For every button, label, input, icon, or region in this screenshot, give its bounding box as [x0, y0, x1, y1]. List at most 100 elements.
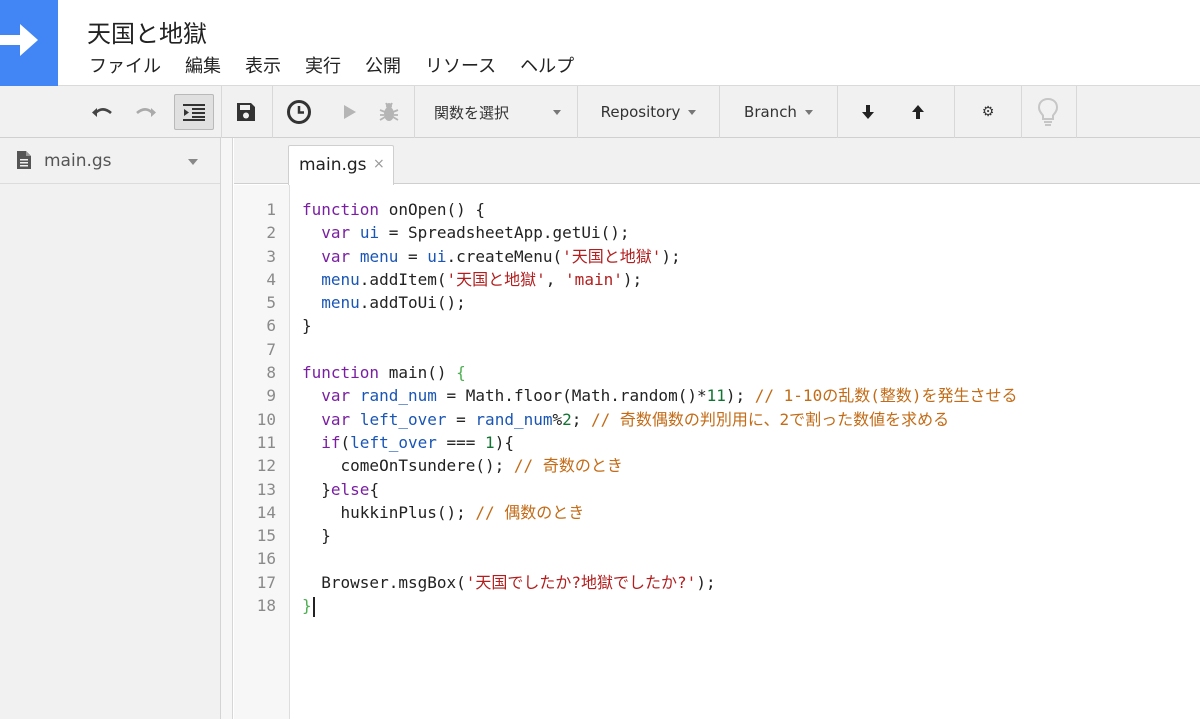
code-line[interactable]: 4 menu.addItem('天国と地獄', 'main');	[234, 268, 1200, 291]
code-token: Browser.msgBox(	[302, 572, 466, 592]
run-button[interactable]	[338, 86, 362, 138]
line-number: 16	[256, 549, 276, 569]
apps-script-logo[interactable]	[0, 0, 58, 86]
toolbar: 関数を選択 Repository Branch ⚙	[0, 86, 1200, 138]
chevron-down-icon[interactable]	[188, 159, 198, 165]
code-token: = Math.floor(Math.random()*	[436, 386, 707, 406]
code-line[interactable]: 6}	[234, 314, 1200, 337]
file-tab-strip: main.gs ×	[234, 138, 1200, 185]
line-number: 10	[256, 409, 276, 429]
menu-help[interactable]: ヘルプ	[520, 52, 574, 78]
menu-run[interactable]: 実行	[305, 52, 341, 78]
code-token: // 1-10の乱数(整数)を発生させる	[754, 386, 1018, 406]
lightbulb-icon	[1037, 97, 1059, 126]
menu-view[interactable]: 表示	[245, 52, 281, 78]
code-text: menu.addItem('天国と地獄', 'main');	[302, 268, 642, 291]
indent-toggle-button[interactable]	[174, 94, 214, 130]
code-line[interactable]: 12 comeOnTsundere(); // 奇数のとき	[234, 454, 1200, 477]
project-title[interactable]: 天国と地獄	[87, 14, 207, 49]
line-number: 17	[256, 572, 276, 592]
tab-main-gs[interactable]: main.gs ×	[288, 145, 394, 185]
code-line[interactable]: 5 menu.addToUi();	[234, 291, 1200, 314]
toolbar-separator	[221, 86, 222, 138]
menu-resources[interactable]: リソース	[425, 52, 496, 78]
code-line[interactable]: 3 var menu = ui.createMenu('天国と地獄');	[234, 245, 1200, 268]
undo-icon	[92, 108, 112, 117]
code-line[interactable]: 9 var rand_num = Math.floor(Math.random(…	[234, 384, 1200, 407]
code-line[interactable]: 10 var left_over = rand_num%2; // 奇数偶数の判…	[234, 408, 1200, 431]
code-token: var	[321, 223, 351, 243]
menu-file[interactable]: ファイル	[89, 52, 161, 78]
code-token: '天国でしたか?地獄でしたか?'	[465, 572, 697, 592]
code-token: menu	[321, 293, 360, 313]
code-line[interactable]: 1 function onOpen() {	[234, 198, 1200, 221]
code-text: var left_over = rand_num%2; // 奇数偶数の判別用に…	[302, 408, 949, 431]
code-token: // 奇数偶数の判別用に、2で割った数値を求める	[591, 409, 950, 429]
code-line[interactable]: 18}	[234, 594, 1200, 617]
code-token: ){	[494, 432, 514, 452]
code-token: ===	[436, 432, 486, 452]
code-text: }	[302, 594, 315, 617]
code-line[interactable]: 2 var ui = SpreadsheetApp.getUi();	[234, 221, 1200, 244]
code-token: var	[321, 386, 351, 406]
code-line[interactable]: 15 }	[234, 524, 1200, 547]
code-line[interactable]: 13 }else{	[234, 478, 1200, 501]
code-token: 'main'	[565, 269, 623, 289]
menu-bar: ファイル 編集 表示 実行 公開 リソース ヘルプ	[89, 52, 598, 78]
code-text: }else{	[302, 478, 379, 501]
line-number: 9	[266, 386, 276, 406]
triggers-button[interactable]	[282, 86, 316, 138]
branch-dropdown[interactable]: Branch	[720, 86, 837, 138]
sidebar-file-main[interactable]: main.gs	[0, 138, 220, 184]
code-line[interactable]: 11 if(left_over === 1){	[234, 431, 1200, 454]
settings-button[interactable]: ⚙	[955, 86, 1021, 138]
code-token: ,	[545, 269, 566, 289]
save-button[interactable]	[230, 86, 262, 138]
code-line[interactable]: 14 hukkinPlus(); // 偶数のとき	[234, 501, 1200, 524]
menu-edit[interactable]: 編集	[185, 52, 221, 78]
line-number: 4	[266, 269, 276, 289]
chevron-down-icon	[804, 109, 813, 115]
close-icon[interactable]: ×	[373, 156, 385, 172]
repository-dropdown[interactable]: Repository	[578, 86, 719, 138]
code-line[interactable]: 17 Browser.msgBox('天国でしたか?地獄でしたか?');	[234, 571, 1200, 594]
toolbar-separator	[1076, 86, 1077, 138]
code-token: }	[302, 596, 312, 616]
code-line[interactable]: 8 function main() {	[234, 361, 1200, 384]
code-text: hukkinPlus(); // 偶数のとき	[302, 501, 585, 524]
code-line[interactable]: 7	[234, 338, 1200, 361]
sidebar-divider[interactable]	[221, 138, 233, 719]
undo-button[interactable]	[86, 86, 120, 138]
play-icon	[344, 105, 356, 119]
redo-button[interactable]	[128, 86, 162, 138]
pull-button[interactable]	[852, 86, 884, 138]
code-token: function	[302, 363, 380, 383]
debug-button[interactable]	[374, 86, 404, 138]
code-token: }	[302, 479, 331, 499]
code-token: menu	[321, 269, 360, 289]
function-select[interactable]: 関数を選択	[415, 86, 577, 138]
indent-icon	[183, 104, 205, 121]
code-token: left_over	[359, 409, 447, 429]
code-area[interactable]: 1 function onOpen() {2 var ui = Spreadshe…	[234, 198, 1200, 617]
tab-label: main.gs	[299, 155, 367, 175]
menu-publish[interactable]: 公開	[365, 52, 401, 78]
line-number: 2	[266, 223, 276, 243]
code-token: rand_num	[359, 386, 437, 406]
code-token: ;	[571, 409, 592, 429]
lightbulb-button[interactable]	[1030, 86, 1066, 138]
code-line[interactable]: 16	[234, 547, 1200, 570]
push-button[interactable]	[902, 86, 934, 138]
line-number: 13	[256, 479, 276, 499]
code-token: .addItem(	[359, 269, 447, 289]
code-token: '天国と地獄'	[562, 246, 662, 266]
code-text: var rand_num = Math.floor(Math.random()*…	[302, 384, 1017, 407]
code-editor[interactable]: main.gs × 1 function onOpen() {2 var ui =…	[234, 138, 1200, 719]
